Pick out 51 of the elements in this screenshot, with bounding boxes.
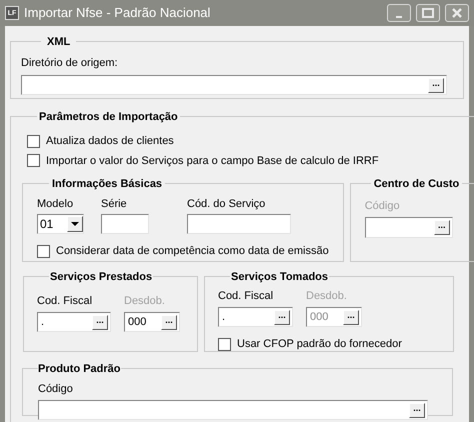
field-value: . xyxy=(222,312,226,322)
checkbox[interactable] xyxy=(27,154,40,168)
checkbox[interactable] xyxy=(27,134,40,148)
checkbox[interactable] xyxy=(37,244,50,258)
checkbox-label: Atualiza dados de clientes xyxy=(46,134,174,149)
input-field[interactable]: ... xyxy=(364,217,453,238)
browse-button[interactable]: ... xyxy=(409,402,425,418)
field-label: Diretório de origem: xyxy=(21,56,119,71)
browse-button[interactable]: ... xyxy=(161,314,177,330)
input-field[interactable]: 000 ... xyxy=(124,312,180,332)
browse-button[interactable]: ... xyxy=(428,78,444,92)
model-dropdown[interactable]: 01 xyxy=(37,214,84,234)
group-title: Centro de Custo xyxy=(374,178,460,190)
checkbox-label: Importar o valor do Serviços para o campo Base de calculo de IRRF xyxy=(46,154,379,168)
field-value: 000 xyxy=(310,312,330,322)
input-field[interactable]: . ... xyxy=(218,307,293,327)
maximize-icon xyxy=(422,8,434,18)
caret-icon xyxy=(71,222,79,226)
group-title: Parâmetros de Importação xyxy=(39,111,178,123)
field-label: Modelo xyxy=(37,197,74,212)
browse-button[interactable]: ... xyxy=(274,310,290,324)
field-value: . xyxy=(41,316,46,328)
browse-button[interactable]: ... xyxy=(92,314,108,330)
field-label: Código xyxy=(38,382,74,397)
dropdown-button[interactable] xyxy=(67,216,83,232)
field-label: Série xyxy=(101,197,128,212)
checkbox[interactable] xyxy=(218,338,231,351)
minimize-icon xyxy=(396,16,402,18)
input-field[interactable]: ... xyxy=(21,75,447,95)
input-field[interactable] xyxy=(187,214,291,234)
group-title: Informações Básicas xyxy=(52,178,162,190)
field-label: Cod. Fiscal xyxy=(37,294,94,309)
dropdown-value: 01 xyxy=(40,216,54,233)
field-label: Cod. Fiscal xyxy=(218,289,274,304)
checkbox-label: Usar CFOP padrão do fornecedor xyxy=(237,337,402,352)
browse-button[interactable]: ... xyxy=(434,220,450,235)
checkbox-label: Considerar data de competência como data de emissão xyxy=(56,244,329,259)
field-label: Código xyxy=(364,199,401,214)
close-icon xyxy=(452,8,462,18)
field-label: Desdob. xyxy=(306,289,348,304)
input-field[interactable]: ... xyxy=(38,400,428,420)
input-field[interactable]: . ... xyxy=(37,312,111,332)
group-title: Produto Padrão xyxy=(38,363,121,375)
window-title: Importar Nfse - Padrão Nacional xyxy=(24,4,212,22)
field-label: Desdob. xyxy=(124,294,166,309)
group-title: Serviços Tomados xyxy=(231,271,328,283)
input-field[interactable] xyxy=(101,214,149,234)
field-value: 000 xyxy=(128,316,148,328)
group-title: Serviços Prestados xyxy=(50,271,152,283)
group-title: XML xyxy=(47,36,70,48)
field-label: Cód. do Serviço xyxy=(187,197,266,212)
